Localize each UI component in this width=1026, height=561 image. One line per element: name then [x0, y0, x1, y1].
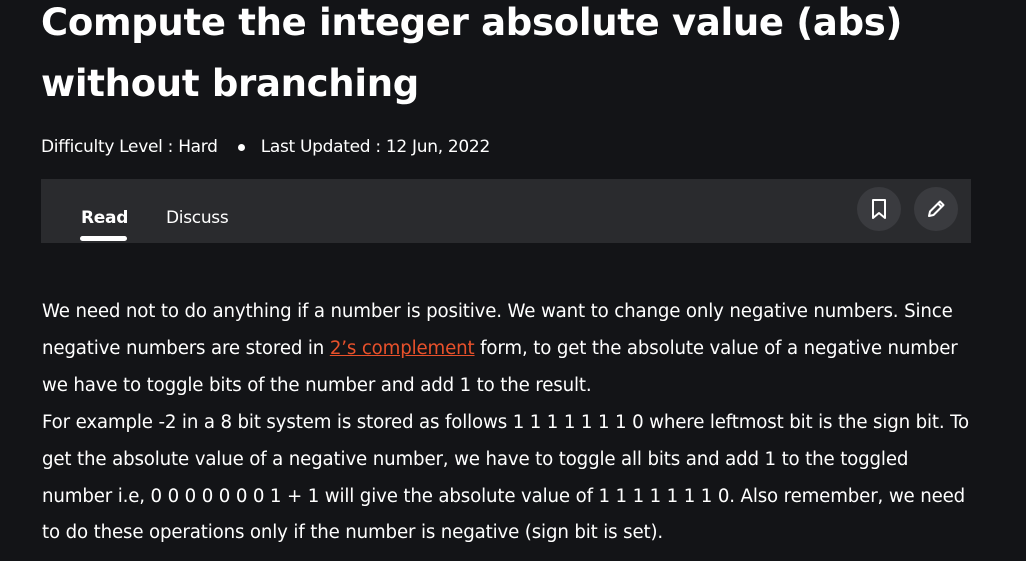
- separator-dot: [237, 143, 245, 151]
- paragraph-text: For example -2 in a 8 bit system is stor…: [42, 411, 970, 544]
- last-updated: Last Updated : 12 Jun, 2022: [260, 137, 491, 157]
- bookmark-button[interactable]: [857, 187, 901, 231]
- article-body: We need not to do anything if a number i…: [42, 294, 982, 552]
- tab-read[interactable]: Read: [81, 208, 128, 228]
- page-title: Compute the integer absolute value (abs)…: [41, 1, 903, 105]
- twos-complement-link[interactable]: 2’s complement: [330, 338, 475, 359]
- active-tab-indicator: [80, 236, 127, 241]
- difficulty-level: Difficulty Level : Hard: [41, 137, 218, 157]
- edit-button[interactable]: [914, 187, 958, 231]
- tab-discuss[interactable]: Discuss: [166, 208, 229, 228]
- pencil-icon: [928, 200, 945, 217]
- bookmark-icon: [872, 199, 886, 219]
- article-meta: Difficulty Level : Hard Last Updated : 1…: [41, 134, 490, 160]
- article-tab-bar: Read Discuss: [41, 179, 971, 243]
